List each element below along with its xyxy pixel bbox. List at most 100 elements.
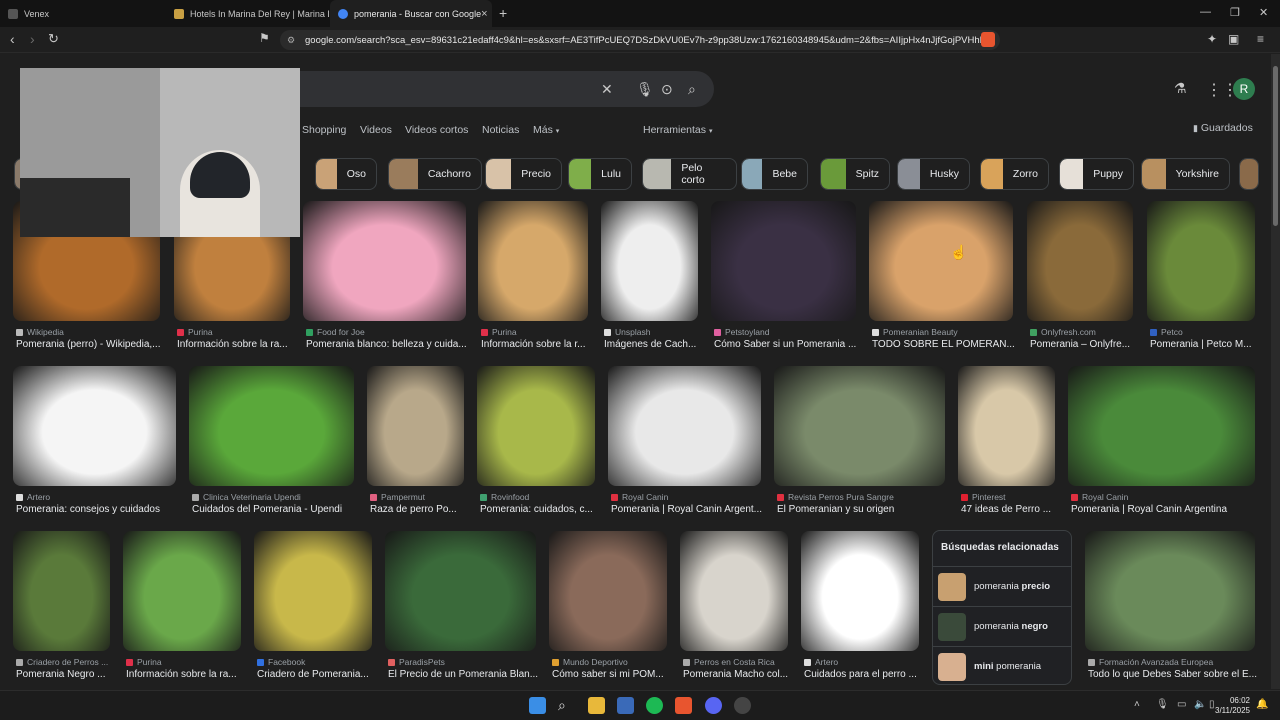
result-thumbnail[interactable] xyxy=(254,531,372,651)
result-title[interactable]: 47 ideas de Perro ... xyxy=(961,504,1081,515)
result-thumbnail[interactable] xyxy=(774,366,945,486)
result-title[interactable]: Pomerania | Petco M... xyxy=(1150,339,1270,350)
chip-8[interactable]: Zorro xyxy=(980,158,1049,190)
result-thumbnail[interactable] xyxy=(123,531,241,651)
network-icon[interactable]: ▭ xyxy=(1177,699,1186,710)
minimize-icon[interactable]: — xyxy=(1200,6,1211,18)
result-title[interactable]: Cómo saber si mi POM... xyxy=(552,669,672,680)
result-thumbnail[interactable] xyxy=(367,366,464,486)
new-tab-button[interactable]: + xyxy=(499,5,507,21)
result-thumbnail[interactable] xyxy=(1027,201,1133,321)
discord-icon[interactable] xyxy=(705,697,722,714)
result-title[interactable]: TODO SOBRE EL POMERAN... xyxy=(872,339,1016,350)
result-thumbnail[interactable] xyxy=(1068,366,1255,486)
scrollbar-thumb[interactable] xyxy=(1273,66,1278,226)
chip-10[interactable]: Yorkshire xyxy=(1141,158,1230,190)
windows-start-icon[interactable] xyxy=(529,697,546,714)
result-title[interactable]: El Precio de un Pomerania Blan... xyxy=(388,669,539,680)
chip-7[interactable]: Husky xyxy=(897,158,970,190)
tab-more[interactable]: Más ▾ xyxy=(533,124,559,136)
result-title[interactable]: Información sobre la ra... xyxy=(126,669,246,680)
spotify-icon[interactable] xyxy=(646,697,663,714)
forward-icon[interactable]: › xyxy=(30,31,35,47)
result-title[interactable]: Pomerania (perro) - Wikipedia,... xyxy=(16,339,163,350)
chip-3[interactable]: Lulu xyxy=(568,158,632,190)
clock[interactable]: 06:02 3/11/2025 xyxy=(1215,696,1250,716)
result-title[interactable]: Pomerania – Onlyfre... xyxy=(1030,339,1150,350)
result-title[interactable]: Cómo Saber si un Pomerania ... xyxy=(714,339,859,350)
site-info-icon[interactable]: ⚙ xyxy=(287,35,295,46)
result-thumbnail[interactable] xyxy=(549,531,667,651)
reload-icon[interactable]: ↻ xyxy=(48,31,59,47)
voice-search-icon[interactable]: 🎙 xyxy=(636,81,654,98)
chip-2[interactable]: Precio xyxy=(485,158,562,190)
result-title[interactable]: Imágenes de Cach... xyxy=(604,339,724,350)
related-search-item[interactable]: mini pomerania xyxy=(933,646,1071,686)
chevron-up-icon[interactable]: ˄ xyxy=(1134,699,1140,710)
url-field[interactable]: ⚙ google.com/search?sca_esv=89631c21edaf… xyxy=(280,30,1000,50)
tools-button[interactable]: Herramientas ▾ xyxy=(643,124,712,136)
result-title[interactable]: Pomerania blanco: belleza y cuida... xyxy=(306,339,469,350)
brave-icon[interactable] xyxy=(675,697,692,714)
back-icon[interactable]: ‹ xyxy=(10,31,15,47)
result-thumbnail[interactable] xyxy=(869,201,1013,321)
result-thumbnail[interactable] xyxy=(958,366,1055,486)
chip-1[interactable]: Cachorro xyxy=(388,158,482,190)
menu-icon[interactable]: ≡ xyxy=(1257,32,1264,46)
file-explorer-icon[interactable] xyxy=(588,697,605,714)
result-title[interactable]: Información sobre la ra... xyxy=(177,339,297,350)
tab-hotels[interactable]: Hotels In Marina Del Rey | Marina De xyxy=(166,0,329,27)
related-search-item[interactable]: pomerania precio xyxy=(933,566,1071,606)
chip-partial[interactable] xyxy=(1239,158,1259,190)
result-thumbnail[interactable] xyxy=(1085,531,1255,651)
result-thumbnail[interactable] xyxy=(385,531,536,651)
result-title[interactable]: El Pomeranian y su origen xyxy=(777,504,948,515)
chip-5[interactable]: Bebe xyxy=(741,158,808,190)
related-search-item[interactable]: pomerania negro xyxy=(933,606,1071,646)
search-icon[interactable]: ⌕ xyxy=(688,81,696,98)
close-window-icon[interactable]: ✕ xyxy=(1259,6,1268,19)
tab-shopping[interactable]: Shopping xyxy=(302,124,346,136)
result-title[interactable]: Pomerania | Royal Canin Argentina xyxy=(1071,504,1258,515)
result-title[interactable]: Pomerania | Royal Canin Argent... xyxy=(611,504,764,515)
result-thumbnail[interactable] xyxy=(189,366,354,486)
result-title[interactable]: Información sobre la r... xyxy=(481,339,601,350)
microphone-icon[interactable]: 🎙 xyxy=(1156,699,1169,710)
tab-videos[interactable]: Videos xyxy=(360,124,392,136)
result-thumbnail[interactable] xyxy=(801,531,919,651)
result-thumbnail[interactable] xyxy=(13,366,176,486)
result-thumbnail[interactable] xyxy=(1147,201,1255,321)
result-thumbnail[interactable] xyxy=(303,201,466,321)
result-title[interactable]: Cuidados del Pomerania - Upendi xyxy=(192,504,357,515)
result-title[interactable]: Todo lo que Debes Saber sobre el E... xyxy=(1088,669,1258,680)
volume-icon[interactable]: 🔈 xyxy=(1194,699,1206,710)
tab-venex[interactable]: Venex xyxy=(0,0,165,27)
notification-icon[interactable]: 🔔 xyxy=(1256,699,1268,710)
brave-shields-icon[interactable] xyxy=(981,32,995,47)
close-tab-icon[interactable]: × xyxy=(481,8,487,20)
search-taskbar-icon[interactable]: ⌕ xyxy=(558,697,575,714)
store-icon[interactable] xyxy=(617,697,634,714)
result-thumbnail[interactable] xyxy=(601,201,698,321)
tab-news[interactable]: Noticias xyxy=(482,124,519,136)
result-title[interactable]: Raza de perro Po... xyxy=(370,504,490,515)
result-thumbnail[interactable] xyxy=(711,201,856,321)
steam-icon[interactable] xyxy=(734,697,751,714)
result-title[interactable]: Cuidados para el perro ... xyxy=(804,669,924,680)
result-title[interactable]: Pomerania Macho col... xyxy=(683,669,803,680)
result-title[interactable]: Pomerania: consejos y cuidados xyxy=(16,504,179,515)
avatar[interactable]: R xyxy=(1233,78,1255,100)
result-title[interactable]: Pomerania Negro ... xyxy=(16,669,136,680)
result-title[interactable]: Criadero de Pomerania... xyxy=(257,669,377,680)
chip-4[interactable]: Pelo corto xyxy=(642,158,737,190)
result-title[interactable]: Pomerania: cuidados, c... xyxy=(480,504,600,515)
result-thumbnail[interactable] xyxy=(478,201,588,321)
chip-9[interactable]: Puppy xyxy=(1059,158,1134,190)
labs-flask-icon[interactable]: ⚗ xyxy=(1174,80,1187,97)
saved-button[interactable]: ▮ Guardados xyxy=(1193,122,1253,134)
result-thumbnail[interactable] xyxy=(13,531,110,651)
chip-0[interactable]: Oso xyxy=(315,158,377,190)
result-thumbnail[interactable] xyxy=(608,366,761,486)
extensions-icon[interactable]: ✦ xyxy=(1207,32,1217,46)
restore-icon[interactable]: ❐ xyxy=(1230,6,1240,19)
